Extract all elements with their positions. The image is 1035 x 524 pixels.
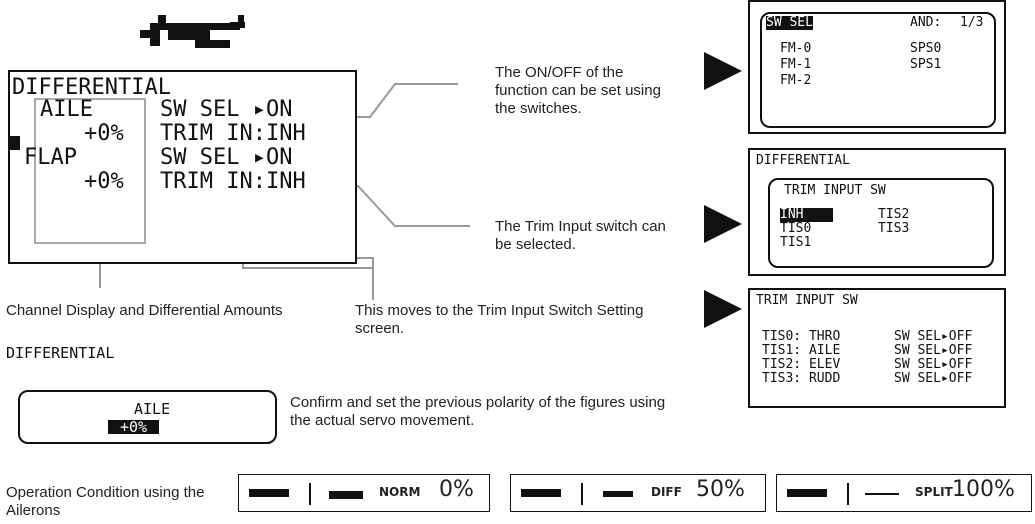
- row-switch[interactable]: SW SEL▸OFF: [894, 344, 972, 358]
- condition-norm: NORM 0%: [238, 474, 490, 512]
- row-switch[interactable]: SW SEL▸OFF: [894, 330, 972, 344]
- norm-label: NORM: [379, 485, 421, 499]
- callout-onoff: The ON/OFF of the function can be set us…: [495, 64, 661, 117]
- operation-label: Operation Condition using the Ailerons: [6, 484, 205, 519]
- popup-header: DIFFERENTIAL: [756, 153, 850, 168]
- flap-label: FLAP: [24, 145, 77, 170]
- row-label: TIS1: AILE: [762, 343, 841, 358]
- diff-label: DIFF: [651, 485, 682, 499]
- flap-value: +0%: [84, 169, 124, 194]
- trim-popup-screen: DIFFERENTIAL TRIM INPUT SW INH TIS0 TIS1…: [748, 148, 1006, 276]
- fm0-label[interactable]: FM-0: [780, 42, 811, 56]
- trim-in-1[interactable]: TRIM IN:INH: [160, 122, 306, 146]
- aile-label: AILE: [40, 97, 93, 122]
- sps1-label[interactable]: SPS1: [910, 58, 941, 72]
- popup-title: TRIM INPUT SW: [784, 183, 886, 198]
- row-switch[interactable]: SW SEL▸OFF: [894, 358, 972, 372]
- trim-in-2[interactable]: TRIM IN:INH: [160, 170, 306, 194]
- cursor-left-icon: [10, 136, 20, 150]
- norm-pct: 0%: [439, 477, 474, 502]
- condition-diff: DIFF 50%: [510, 474, 766, 512]
- bottom-note: Confirm and set the previous polarity of…: [290, 394, 666, 429]
- aile-value: +0%: [84, 121, 124, 146]
- callout-channel: Channel Display and Differential Amounts: [6, 302, 283, 319]
- page-indicator: 1/3: [960, 15, 984, 30]
- inh-option[interactable]: INH: [780, 208, 834, 222]
- trim-screen-title: TRIM INPUT SW: [756, 293, 858, 308]
- sps0-label[interactable]: SPS0: [910, 42, 941, 56]
- tis0-option[interactable]: TIS0: [780, 222, 811, 236]
- sw-sel-screen: SW SEL AND: 1/3 FM-0 FM-1 FM-2 SPS0 SPS1: [748, 0, 1006, 134]
- bottom-value[interactable]: +0%: [108, 420, 160, 435]
- condition-split: SPLIT 100%: [776, 474, 1032, 512]
- sw-sel-1[interactable]: SW SEL ▸ON: [160, 98, 292, 122]
- main-screen: DIFFERENTIAL AILE +0% FLAP +0% SW SEL ▸O…: [8, 70, 357, 264]
- bottom-title: DIFFERENTIAL: [6, 344, 115, 362]
- bottom-channel: AILE: [134, 400, 171, 418]
- sw-sel-2[interactable]: SW SEL ▸ON: [160, 146, 292, 170]
- trim-input-screen: TRIM INPUT SW TIS0: THRO SW SEL▸OFF TIS1…: [748, 288, 1006, 408]
- row-label: TIS2: ELEV: [762, 357, 841, 372]
- tis2-option[interactable]: TIS2: [878, 208, 909, 222]
- callout-trim-input: The Trim Input switch can be selected.: [495, 218, 666, 253]
- callout-moves: This moves to the Trim Input Switch Sett…: [355, 302, 644, 337]
- fm2-label[interactable]: FM-2: [780, 74, 811, 88]
- row-switch[interactable]: SW SEL▸OFF: [894, 372, 972, 386]
- fm1-label[interactable]: FM-1: [780, 58, 811, 72]
- tis1-option[interactable]: TIS1: [780, 236, 811, 250]
- row-label: TIS3: RUDD: [762, 371, 841, 386]
- split-pct: 100%: [952, 477, 1015, 502]
- sw-sel-title: SW SEL: [766, 15, 813, 30]
- tis3-option[interactable]: TIS3: [878, 222, 909, 236]
- split-label: SPLIT: [915, 485, 953, 499]
- diff-pct: 50%: [696, 477, 745, 502]
- and-label: AND:: [910, 15, 942, 30]
- aile-panel: AILE +0%: [18, 390, 277, 444]
- row-label: TIS0: THRO: [762, 329, 841, 344]
